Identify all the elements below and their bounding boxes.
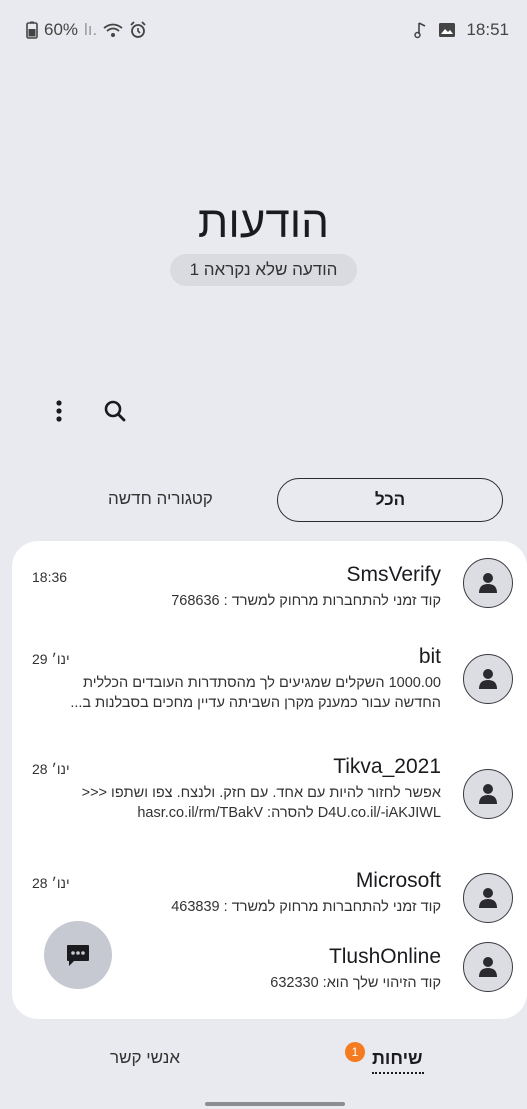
- conversation-item[interactable]: SmsVerify 18:36 קוד זמני להתחברות מרחוק …: [12, 541, 527, 641]
- status-right: 18:51: [414, 20, 509, 40]
- message-time: 29 ינו׳: [32, 651, 70, 667]
- conversation-item[interactable]: Tikva_2021 28 ינו׳ אפשר לחזור להיות עם א…: [12, 747, 527, 857]
- message-snippet: קוד זמני להתחברות מרחוק למשרד : 463839: [30, 897, 441, 917]
- unread-count-badge: 1 הודעה שלא נקראה: [169, 254, 358, 286]
- sender-name: bit: [418, 645, 441, 668]
- message-snippet: קוד זמני להתחברות מרחוק למשרד : 768636: [30, 591, 441, 611]
- avatar[interactable]: [463, 873, 513, 923]
- page-title: הודעות: [197, 198, 330, 247]
- conversation-item[interactable]: bit 29 ינו׳ 1000.00 השקלים שמגיעים לך מה…: [12, 637, 527, 747]
- category-filters: הכל קטגוריה חדשה: [0, 478, 527, 524]
- message-snippet: אפשר לחזור להיות עם אחד. עם חזק. ולנצח. …: [30, 783, 441, 823]
- message-time: 28 ינו׳: [32, 761, 70, 777]
- avatar[interactable]: [463, 558, 513, 608]
- avatar[interactable]: [463, 769, 513, 819]
- clock: 18:51: [466, 20, 509, 39]
- snippet-line: 1000.00 השקלים שמגיעים לך מהסתדרות העובד…: [83, 675, 441, 691]
- message-snippet: 1000.00 השקלים שמגיעים לך מהסתדרות העובד…: [30, 673, 441, 713]
- signal-icon: lı.: [84, 20, 98, 39]
- chat-bubble-icon: [67, 945, 89, 966]
- person-icon: [479, 888, 497, 908]
- wifi-icon: [103, 23, 123, 37]
- alarm-icon: [130, 21, 146, 38]
- sender-name: SmsVerify: [346, 563, 441, 586]
- active-tab-indicator: [372, 1072, 424, 1074]
- bottom-navigation: 1 שיחות אנשי קשר: [0, 1030, 527, 1090]
- music-note-icon: [414, 22, 426, 39]
- snippet-line: קוד זמני להתחברות מרחוק למשרד : 463839: [171, 899, 441, 915]
- sender-name: Tikva_2021: [333, 755, 441, 778]
- message-time: 28 ינו׳: [32, 875, 70, 891]
- snippet-line: החדשה עבור כמענק מקרן השביתה עדיין מחכים…: [70, 695, 441, 711]
- search-icon[interactable]: [100, 396, 130, 426]
- snippet-line: אפשר לחזור להיות עם אחד. עם חזק. ולנצח. …: [81, 785, 441, 801]
- tab-conversations[interactable]: שיחות: [372, 1048, 423, 1069]
- person-icon: [479, 784, 497, 804]
- person-icon: [479, 957, 497, 977]
- tab-contacts[interactable]: אנשי קשר: [110, 1048, 180, 1068]
- status-bar: 60% lı. 18:51: [0, 0, 527, 60]
- person-icon: [479, 669, 497, 689]
- new-message-button[interactable]: [44, 921, 112, 989]
- avatar[interactable]: [463, 942, 513, 992]
- sender-name: TlushOnline: [328, 945, 441, 968]
- battery-icon: [26, 21, 38, 39]
- message-time: 18:36: [32, 569, 68, 585]
- snippet-line: קוד זמני להתחברות מרחוק למשרד : 768636: [171, 593, 441, 609]
- more-options-icon[interactable]: [44, 396, 74, 426]
- home-indicator[interactable]: [205, 1102, 345, 1106]
- filter-all-button[interactable]: הכל: [277, 478, 503, 522]
- snippet-line: hasr.co.il/rm/TBakV :להסרה D4U.co.il/-iA…: [137, 805, 441, 821]
- battery-percent: 60%: [44, 20, 79, 39]
- unread-badge: 1: [345, 1042, 365, 1062]
- toolbar: [44, 396, 130, 426]
- avatar[interactable]: [463, 654, 513, 704]
- gallery-icon: [439, 23, 456, 37]
- status-left: 60% lı.: [26, 20, 147, 40]
- sender-name: Microsoft: [355, 869, 441, 892]
- person-icon: [479, 573, 497, 593]
- new-category-button[interactable]: קטגוריה חדשה: [108, 489, 213, 509]
